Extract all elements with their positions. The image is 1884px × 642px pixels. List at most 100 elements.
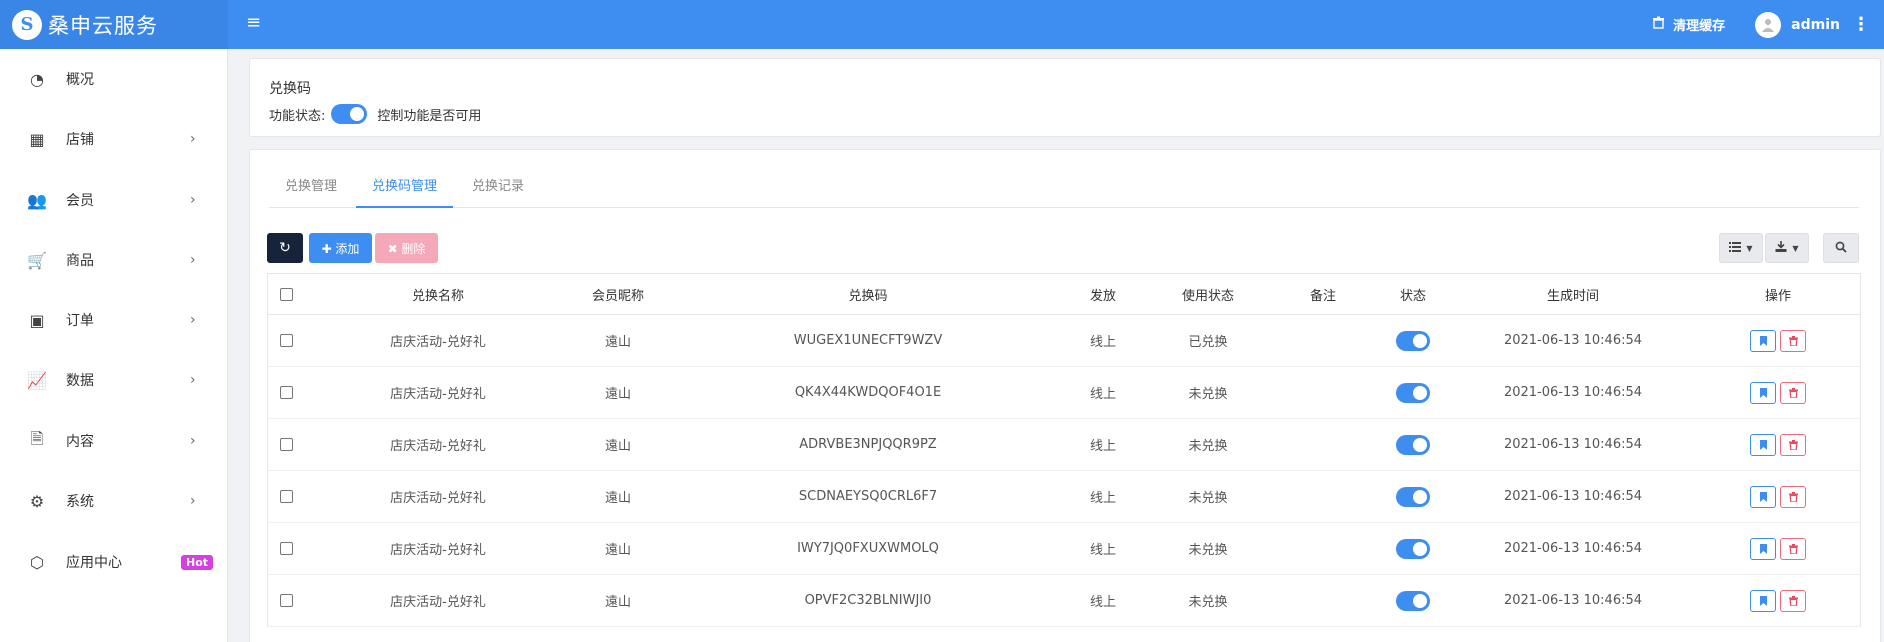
column-header: 生成时间 <box>1546 288 1599 304</box>
column-header: 使用状态 <box>1181 288 1234 304</box>
sidebar-item-label: 概况 <box>66 72 94 88</box>
refresh-button[interactable]: ↻ <box>267 233 303 263</box>
row-actions <box>1718 471 1838 522</box>
row-status-toggle[interactable] <box>1396 382 1430 403</box>
sidebar-item-4[interactable]: ▣ 订单 › <box>0 300 228 340</box>
cell-remark <box>1278 419 1368 470</box>
delete-row-button[interactable] <box>1780 433 1806 456</box>
avatar <box>1755 11 1782 38</box>
sidebar-item-1[interactable]: ▦ 店铺 › <box>0 119 228 159</box>
column-header: 备注 <box>1309 288 1336 304</box>
edit-button[interactable] <box>1750 329 1776 352</box>
row-checkbox[interactable] <box>279 490 293 503</box>
caret-down-icon: ▼ <box>1792 243 1799 253</box>
row-checkbox-cell <box>268 419 304 470</box>
status-toggle-cell <box>1373 315 1453 366</box>
select-all-checkbox[interactable] <box>279 287 293 301</box>
cell-use-status: 已兑换 <box>1188 335 1228 350</box>
cell-name: 店庆活动-兑好礼 <box>390 439 486 454</box>
clear-cache-label: 清理缓存 <box>1673 19 1726 34</box>
chevron-right-icon: › <box>190 372 196 388</box>
edit-button[interactable] <box>1750 381 1776 404</box>
column-header: 兑换码 <box>848 288 888 304</box>
row-checkbox[interactable] <box>279 438 293 451</box>
row-checkbox[interactable] <box>279 386 293 399</box>
trash-can-icon <box>1652 16 1665 33</box>
row-checkbox-cell <box>268 367 304 418</box>
menu-toggle-icon[interactable]: ≡ <box>246 13 261 33</box>
delete-row-button[interactable] <box>1780 381 1806 404</box>
delete-button[interactable]: ✖ 删除 <box>375 233 438 263</box>
row-checkbox[interactable] <box>279 594 293 607</box>
tab-redeem-records[interactable]: 兑换记录 <box>456 172 540 208</box>
chevron-right-icon: › <box>190 493 196 509</box>
row-checkbox[interactable] <box>279 542 293 555</box>
row-actions <box>1718 315 1838 366</box>
sidebar-item-0[interactable]: ◔ 概况 <box>0 59 228 99</box>
sidebar-item-5[interactable]: 📈 数据 › <box>0 360 228 400</box>
sidebar-item-label: 订单 <box>66 313 94 329</box>
tab-code-management[interactable]: 兑换码管理 <box>356 172 454 208</box>
cell-issue: 线上 <box>1089 439 1116 454</box>
edit-button[interactable] <box>1750 537 1776 560</box>
sidebar-item-3[interactable]: 🛒 商品 › <box>0 240 228 280</box>
chevron-right-icon: › <box>190 131 196 147</box>
more-vertical-icon[interactable]: ⋮ <box>1852 15 1870 33</box>
row-status-toggle[interactable] <box>1396 434 1430 455</box>
cell-member: 遠山 <box>604 491 631 506</box>
cell-use-status: 未兑换 <box>1188 491 1228 506</box>
top-right-actions: 清理缓存 admin ⋮ <box>1652 0 1870 49</box>
chevron-right-icon: › <box>190 433 196 449</box>
table-row: 店庆活动-兑好礼 遠山 ADRVBE3NPJQQR9PZ 线上 未兑换 2021-06-1… <box>268 419 1860 471</box>
cell-use-status: 未兑换 <box>1188 439 1228 454</box>
brand[interactable]: S 桑申云服务 <box>0 0 228 49</box>
sidebar-item-2[interactable]: 👥 会员 › <box>0 180 228 220</box>
sidebar-item-label: 系统 <box>66 494 94 510</box>
search-button[interactable] <box>1823 233 1859 263</box>
edit-button[interactable] <box>1750 433 1776 456</box>
feature-status-toggle[interactable] <box>331 104 368 124</box>
table-row: 店庆活动-兑好礼 遠山 OPVF2C32BLNIWJI0 线上 未兑换 2021-06-1… <box>268 575 1860 627</box>
row-status-toggle[interactable] <box>1396 330 1430 351</box>
row-status-toggle[interactable] <box>1396 486 1430 507</box>
delete-row-button[interactable] <box>1780 485 1806 508</box>
status-toggle-cell <box>1373 367 1453 418</box>
edit-button[interactable] <box>1750 485 1776 508</box>
table-row: 店庆活动-兑好礼 遠山 QK4X44KWDQOF4O1E 线上 未兑换 2021-06-1… <box>268 367 1860 419</box>
export-dropdown-button[interactable]: ▼ <box>1765 233 1809 263</box>
table-header: 兑换名称 会员昵称 兑换码 发放 使用状态 备注 状态 生成时间 操作 <box>268 274 1860 315</box>
row-status-toggle[interactable] <box>1396 590 1430 611</box>
cell-code: OPVF2C32BLNIWJI0 <box>804 593 932 608</box>
delete-row-button[interactable] <box>1780 589 1806 612</box>
cell-created: 2021-06-13 10:46:54 <box>1503 489 1643 504</box>
brand-logo-icon: S <box>12 9 42 40</box>
cell-name: 店庆活动-兑好礼 <box>390 491 486 506</box>
row-status-toggle[interactable] <box>1396 538 1430 559</box>
cell-member: 遠山 <box>604 543 631 558</box>
row-checkbox-cell <box>268 471 304 522</box>
table-row: 店庆活动-兑好礼 遠山 IWY7JQ0FXUXWMOLQ 线上 未兑换 2021-06-1… <box>268 523 1860 575</box>
sidebar-item-8[interactable]: ⬡ 应用中心 Hot <box>0 542 228 582</box>
status-toggle-cell <box>1373 523 1453 574</box>
sidebar-item-6[interactable]: 🗎 内容 › <box>0 421 228 461</box>
add-button[interactable]: ✚ 添加 <box>309 233 372 263</box>
sidebar-item-label: 应用中心 <box>66 555 122 571</box>
columns-dropdown-button[interactable]: ▼ <box>1719 233 1763 263</box>
clear-cache-button[interactable]: 清理缓存 <box>1652 15 1725 34</box>
chevron-right-icon: › <box>190 192 196 208</box>
cell-use-status: 未兑换 <box>1188 387 1228 402</box>
sidebar-item-label: 会员 <box>66 193 94 209</box>
cell-created: 2021-06-13 10:46:54 <box>1503 593 1643 608</box>
cell-code: ADRVBE3NPJQQR9PZ <box>799 437 937 452</box>
user-menu[interactable]: admin ⋮ <box>1755 11 1870 38</box>
hot-badge: Hot <box>181 554 214 570</box>
delete-row-button[interactable] <box>1780 537 1806 560</box>
edit-button[interactable] <box>1750 589 1776 612</box>
feature-status-label: 功能状态: <box>269 108 326 124</box>
panel-title: 兑换码 <box>269 81 311 97</box>
sidebar-item-7[interactable]: ⚙ 系统 › <box>0 481 228 521</box>
sidebar: ◔ 概况 ▦ 店铺 › 👥 会员 › 🛒 商品 › ▣ 订单 › 📈 数据 › 🗎 内容 › ⚙ 系统 › ⬡ 应用中心 Hot <box>0 49 228 642</box>
tab-redeem-management[interactable]: 兑换管理 <box>269 172 353 208</box>
row-checkbox[interactable] <box>279 334 293 347</box>
delete-row-button[interactable] <box>1780 329 1806 352</box>
